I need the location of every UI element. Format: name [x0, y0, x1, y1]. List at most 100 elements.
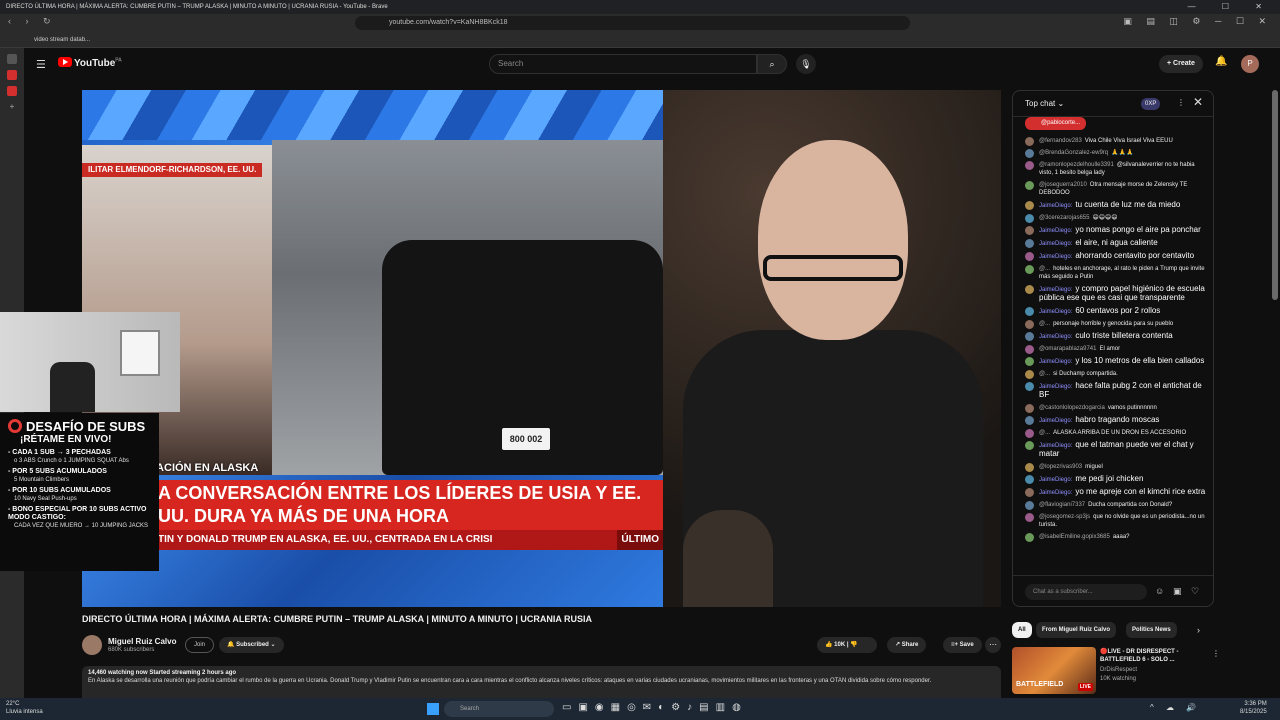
chat-username[interactable]: @fernandov283: [1039, 138, 1082, 144]
taskbar-clock[interactable]: 3:36 PM 8/15/2025: [1240, 700, 1267, 716]
emoji-icon[interactable]: ☺: [1155, 586, 1164, 596]
recommended-title[interactable]: 🔴LIVE - DR DISRESPECT - BATTLEFIELD 6 - …: [1100, 648, 1210, 664]
chat-username[interactable]: @joseguerra2010: [1039, 182, 1087, 188]
chat-message[interactable]: JaimeDiego: me pedi joi chicken: [1013, 473, 1213, 486]
chat-avatar[interactable]: [1025, 320, 1034, 329]
chat-avatar[interactable]: [1025, 226, 1034, 235]
chat-avatar[interactable]: [1025, 475, 1034, 484]
chat-message[interactable]: JaimeDiego: que el tatman puede ver el ch…: [1013, 439, 1213, 461]
chat-message[interactable]: @... hoteles en anchorage, al rato le pid…: [1013, 263, 1213, 283]
chat-username[interactable]: JaimeDiego:: [1039, 254, 1072, 260]
chat-message[interactable]: @... personaje horrible y genocida para s…: [1013, 318, 1213, 330]
chip-all[interactable]: All: [1012, 622, 1032, 638]
chat-mode-dropdown[interactable]: Top chat ⌄: [1025, 99, 1064, 108]
windows-start-icon[interactable]: [427, 703, 439, 715]
chat-username[interactable]: JaimeDiego:: [1039, 477, 1072, 483]
chat-avatar[interactable]: [1025, 357, 1034, 366]
chat-message[interactable]: @joseguerra2010 Otra mensaje morse de Zel…: [1013, 179, 1213, 199]
page-scrollbar[interactable]: [1272, 90, 1278, 300]
chat-avatar[interactable]: [1025, 533, 1034, 542]
chat-message[interactable]: @lopezrivas903 miguel: [1013, 461, 1213, 473]
chat-message[interactable]: JaimeDiego: yo me apreje con el kimchi ri…: [1013, 486, 1213, 499]
chat-username[interactable]: @omarapablaza9741: [1039, 346, 1096, 352]
bookmark-item[interactable]: video stream datab...: [34, 37, 90, 43]
share-button[interactable]: ↗ Share: [887, 637, 927, 653]
weather-widget[interactable]: 22°C Lluvia intensa: [6, 700, 43, 716]
chat-messages[interactable]: @fernandov283 Viva Chile Viva Israel Viva…: [1013, 135, 1213, 575]
search-input[interactable]: Search: [489, 54, 757, 74]
chat-message[interactable]: JaimeDiego: culo triste billetera content…: [1013, 330, 1213, 343]
join-button[interactable]: Join: [185, 637, 215, 653]
chip-politics-news[interactable]: Politics News: [1126, 622, 1177, 638]
chat-message[interactable]: JaimeDiego: el aire, ni agua caliente: [1013, 237, 1213, 250]
taskbar-app-icons[interactable]: ▭▣◉▦◎✉◐⚙♪▤▥◍: [562, 702, 748, 713]
chat-username[interactable]: @ramonlopezdelhoulle3391: [1039, 162, 1114, 168]
chat-username[interactable]: @lopezrivas903: [1039, 464, 1082, 470]
back-forward-reload-icons[interactable]: ‹ › ↻: [8, 16, 57, 27]
heart-icon[interactable]: ♡: [1191, 586, 1199, 597]
chat-message[interactable]: @... si Duchamp compartida.: [1013, 368, 1213, 380]
microphone-icon[interactable]: 🎙: [796, 54, 816, 74]
chat-avatar[interactable]: [1025, 416, 1034, 425]
recommended-thumbnail[interactable]: BATTLEFIELD LIVE: [1012, 647, 1096, 694]
chat-message[interactable]: @omarapablaza9741 El amor: [1013, 343, 1213, 355]
chat-message[interactable]: JaimeDiego: hace falta pubg 2 con el anti…: [1013, 380, 1213, 402]
more-options-icon[interactable]: ⋯: [985, 637, 1001, 653]
chat-input[interactable]: Chat as a subscriber...: [1025, 584, 1147, 600]
chat-username[interactable]: @flaviogiani7337: [1039, 502, 1085, 508]
chat-message[interactable]: JaimeDiego: y compro papel higiénico de e…: [1013, 283, 1213, 305]
chat-message[interactable]: JaimeDiego: tu cuenta de luz me da miedo: [1013, 199, 1213, 212]
video-player[interactable]: 800 002 ILITAR ELMENDORF-RICHARDSON, EE.…: [82, 90, 1001, 607]
chat-username[interactable]: JaimeDiego:: [1039, 334, 1072, 340]
chat-avatar[interactable]: [1025, 201, 1034, 210]
chat-avatar[interactable]: [1025, 181, 1034, 190]
chevron-right-icon[interactable]: ›: [1197, 625, 1200, 635]
chat-avatar[interactable]: [1025, 161, 1034, 170]
chat-message[interactable]: @ramonlopezdelhoulle3391 @silvanaleverrie…: [1013, 159, 1213, 179]
chat-message[interactable]: @... ALASKA ARRIBA DE UN DRON ES ACCESORI…: [1013, 427, 1213, 439]
chat-message[interactable]: @castonlolopezdogarcia vamos putinnnnnn: [1013, 402, 1213, 414]
chat-username[interactable]: JaimeDiego:: [1039, 359, 1072, 365]
chat-message[interactable]: @flaviogiani7337 Ducha compartida con Don…: [1013, 499, 1213, 511]
youtube-icon[interactable]: [7, 86, 17, 96]
chat-username[interactable]: JaimeDiego:: [1039, 418, 1072, 424]
chat-avatar[interactable]: [1025, 265, 1034, 274]
recommended-channel[interactable]: DrDisRespect: [1100, 667, 1137, 673]
address-bar[interactable]: youtube.com/watch?v=KaNH8BKck18: [355, 16, 910, 30]
window-controls[interactable]: — ☐ ✕: [1188, 0, 1274, 14]
chat-username[interactable]: @...: [1039, 430, 1050, 436]
chat-message[interactable]: @3cerezarojas655 😄😄😄😄: [1013, 212, 1213, 224]
chat-username[interactable]: @3cerezarojas655: [1039, 215, 1089, 221]
chat-username[interactable]: @josegomez-sp3js: [1039, 514, 1090, 520]
chat-avatar[interactable]: [1025, 285, 1034, 294]
extensions-icons[interactable]: ▣ ▤ ◫ ⚙ ─ ☐ ✕: [1123, 16, 1272, 27]
create-button[interactable]: + Create: [1159, 55, 1203, 73]
chat-message[interactable]: @fernandov283 Viva Chile Viva Israel Viva…: [1013, 135, 1213, 147]
chat-username[interactable]: JaimeDiego:: [1039, 228, 1072, 234]
chat-username[interactable]: JaimeDiego:: [1039, 203, 1072, 209]
chat-avatar[interactable]: [1025, 307, 1034, 316]
chat-avatar[interactable]: [1025, 404, 1034, 413]
pinned-supporter-chip[interactable]: @pablocorte...: [1025, 117, 1087, 130]
chat-avatar[interactable]: [1025, 429, 1034, 438]
chat-username[interactable]: JaimeDiego:: [1039, 241, 1072, 247]
chat-username[interactable]: @castonlolopezdogarcia: [1039, 405, 1105, 411]
menu-icon[interactable]: ☰: [36, 58, 46, 71]
youtube-icon[interactable]: [7, 70, 17, 80]
sidebar-icon[interactable]: [7, 54, 17, 64]
chat-message[interactable]: @BrendaGonzalez-ew9rq 🙏🙏🙏: [1013, 147, 1213, 159]
notifications-bell-icon[interactable]: 🔔: [1215, 56, 1227, 67]
chat-username[interactable]: JaimeDiego:: [1039, 309, 1072, 315]
channel-avatar[interactable]: [82, 635, 102, 655]
chat-avatar[interactable]: [1025, 513, 1034, 522]
chat-avatar[interactable]: [1025, 345, 1034, 354]
chat-avatar[interactable]: [1025, 501, 1034, 510]
xp-badge[interactable]: 0XP: [1141, 98, 1161, 110]
chat-avatar[interactable]: [1025, 488, 1034, 497]
search-icon[interactable]: ⌕: [757, 54, 787, 74]
account-avatar[interactable]: P: [1241, 55, 1259, 73]
chat-username[interactable]: @BrendaGonzalez-ew9rq: [1039, 150, 1108, 156]
chat-avatar[interactable]: [1025, 370, 1034, 379]
chat-message[interactable]: @isabelEmiline.gopix3685 aaaa?: [1013, 531, 1213, 543]
chat-username[interactable]: @...: [1039, 371, 1050, 377]
